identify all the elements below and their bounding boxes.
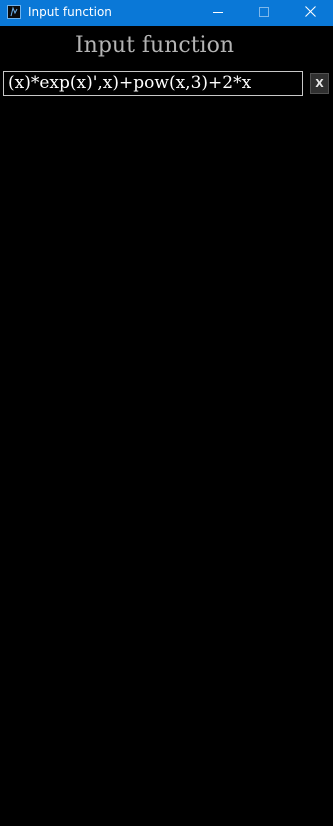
maximize-button[interactable] bbox=[241, 0, 287, 26]
maximize-icon bbox=[259, 4, 269, 22]
close-icon bbox=[304, 4, 316, 22]
window-title: Input function bbox=[28, 5, 112, 19]
title-bar[interactable]: Input function bbox=[0, 0, 333, 26]
clear-button[interactable]: X bbox=[310, 73, 329, 94]
app-icon bbox=[7, 5, 21, 19]
minimize-icon bbox=[213, 4, 223, 22]
app-window: Input function Input function (x)*exp(x)… bbox=[0, 0, 333, 826]
close-button[interactable] bbox=[287, 0, 333, 26]
page-title: Input function bbox=[74, 33, 235, 58]
function-input[interactable]: (x)*exp(x)',x)+pow(x,3)+2*x bbox=[3, 71, 303, 96]
function-input-value: (x)*exp(x)',x)+pow(x,3)+2*x bbox=[8, 73, 252, 93]
minimize-button[interactable] bbox=[195, 0, 241, 26]
